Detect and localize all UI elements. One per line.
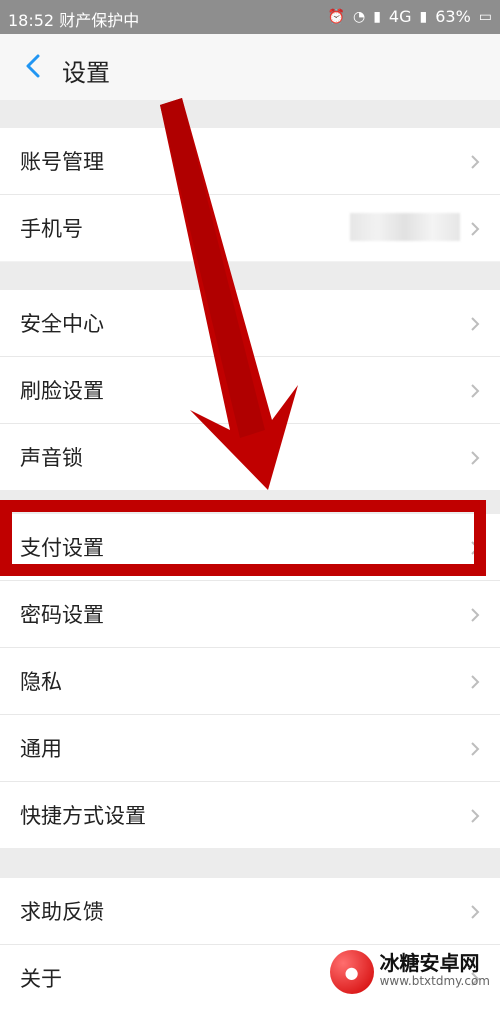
- status-left: 18:52 财产保护中: [8, 7, 139, 31]
- row-security-center[interactable]: 安全中心: [0, 290, 500, 357]
- row-label: 通用: [20, 737, 62, 761]
- section-gap: [0, 262, 500, 290]
- row-label: 手机号: [20, 217, 83, 241]
- row-label: 账号管理: [20, 150, 104, 174]
- annotation-highlight-box: [0, 500, 486, 576]
- chevron-right-icon: [468, 674, 482, 689]
- row-face-settings[interactable]: 刷脸设置: [0, 357, 500, 424]
- status-carrier: 财产保护中: [59, 11, 140, 30]
- section-gap: [0, 848, 500, 878]
- status-time: 18:52: [8, 11, 55, 30]
- blurred-phone-value: [350, 213, 460, 241]
- row-password-settings[interactable]: 密码设置: [0, 581, 500, 648]
- row-label: 声音锁: [20, 446, 83, 470]
- chevron-right-icon: [468, 904, 482, 919]
- chevron-right-icon: [468, 154, 482, 169]
- row-phone-number[interactable]: 手机号: [0, 195, 500, 261]
- watermark-text: 冰糖安卓网 www.btxtdmy.com: [379, 951, 490, 990]
- watermark-logo-icon: ●: [329, 950, 374, 994]
- signal-icon-2: ▮: [419, 8, 428, 25]
- section-gap: [0, 100, 500, 128]
- watermark-name: 冰糖安卓网: [379, 951, 480, 975]
- wifi-icon: ◔: [352, 8, 366, 25]
- title-bar: 设置: [0, 34, 500, 101]
- row-label: 刷脸设置: [20, 379, 104, 403]
- chevron-right-icon: [468, 221, 482, 236]
- chevron-right-icon: [468, 808, 482, 823]
- row-label: 密码设置: [20, 603, 104, 627]
- status-bar: 18:52 财产保护中 ⏰ ◔ ▮ 4G ▮ 63% ▭: [0, 0, 500, 34]
- row-voice-lock[interactable]: 声音锁: [0, 424, 500, 490]
- page-title: 设置: [62, 59, 110, 87]
- battery-icon: ▭: [478, 8, 492, 25]
- row-label: 隐私: [20, 670, 62, 694]
- chevron-right-icon: [468, 316, 482, 331]
- chevron-right-icon: [468, 450, 482, 465]
- back-chevron-icon: [26, 54, 40, 78]
- settings-group-account: 账号管理 手机号: [0, 128, 500, 261]
- status-right: ⏰ ◔ ▮ 4G ▮ 63% ▭: [328, 7, 492, 26]
- row-shortcut-settings[interactable]: 快捷方式设置: [0, 782, 500, 848]
- row-label: 关于: [20, 967, 62, 991]
- alarm-icon: ⏰: [327, 8, 345, 25]
- row-help-feedback[interactable]: 求助反馈: [0, 878, 500, 945]
- battery-percent: 63%: [435, 7, 471, 26]
- chevron-right-icon: [468, 607, 482, 622]
- row-privacy[interactable]: 隐私: [0, 648, 500, 715]
- row-general[interactable]: 通用: [0, 715, 500, 782]
- network-label: 4G: [388, 7, 412, 26]
- watermark-url: www.btxtdmy.com: [379, 974, 490, 988]
- back-button[interactable]: [20, 52, 48, 80]
- row-account-management[interactable]: 账号管理: [0, 128, 500, 195]
- row-label: 求助反馈: [20, 900, 104, 924]
- chevron-right-icon: [468, 383, 482, 398]
- row-label: 快捷方式设置: [20, 804, 146, 828]
- row-label: 安全中心: [20, 312, 104, 336]
- signal-icon: ▮: [373, 8, 381, 25]
- settings-group-security: 安全中心 刷脸设置 声音锁: [0, 290, 500, 490]
- watermark: ● 冰糖安卓网 www.btxtdmy.com: [329, 950, 490, 994]
- chevron-right-icon: [468, 741, 482, 756]
